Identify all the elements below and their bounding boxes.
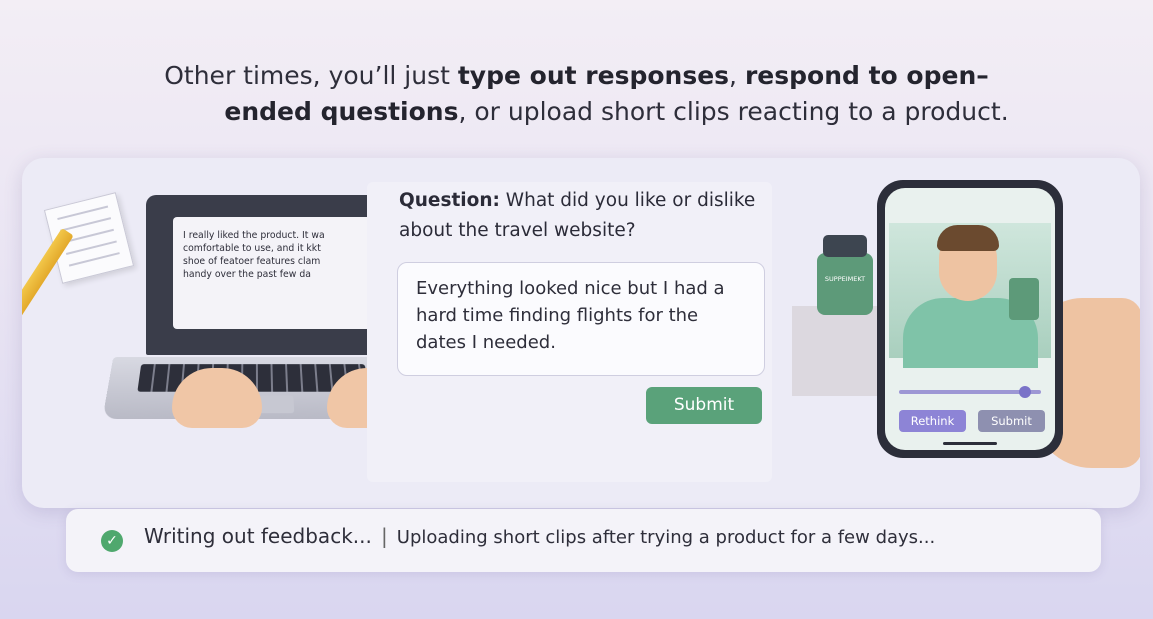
product-jar-icon — [1009, 278, 1039, 320]
laptop-screen: I really liked the product. It wa comfor… — [146, 195, 386, 355]
illustration-card: I really liked the product. It wa comfor… — [22, 158, 1140, 508]
phone-frame: Rethink Submit — [877, 180, 1063, 458]
headline-bold-1: type out responses — [457, 61, 730, 90]
submit-button[interactable]: Submit — [646, 387, 762, 424]
check-icon: ✓ — [101, 530, 123, 552]
phone-submit-button[interactable]: Submit — [978, 410, 1045, 432]
rethink-button[interactable]: Rethink — [899, 410, 966, 432]
question-label: Question: — [399, 190, 500, 211]
answer-textarea[interactable]: Everything looked nice but I had a hard … — [397, 262, 765, 376]
laptop-line: I really liked the product. It wa — [183, 230, 325, 241]
person-hair — [937, 225, 999, 251]
headline: Other times, you’ll just type out respon… — [0, 58, 1153, 130]
shelf-illustration — [792, 306, 887, 396]
scrubber-handle[interactable] — [1019, 386, 1031, 398]
headline-bold-2: respond to open– — [744, 61, 989, 90]
video-scrubber[interactable] — [899, 386, 1041, 398]
status-item-uploading: Uploading short clips after trying a pro… — [396, 527, 936, 548]
home-indicator — [943, 442, 997, 445]
status-text: Writing out feedback... | Uploading shor… — [144, 524, 935, 548]
supplement-jar-icon: SUPPEIMEKT — [817, 235, 873, 315]
laptop-line: comfortable to use, and it kkt — [183, 243, 321, 254]
video-preview[interactable] — [889, 223, 1051, 368]
headline-text-1: Other times, you’ll just — [164, 61, 458, 90]
headline-text-3: , or upload short clips reacting to a pr… — [458, 97, 1009, 126]
status-separator: | — [380, 524, 388, 548]
phone-screen: Rethink Submit — [885, 188, 1055, 450]
laptop-line: shoe of featoer features clam — [183, 256, 321, 267]
headline-text-2: , — [729, 61, 745, 90]
laptop-line: handy over the past few da — [183, 269, 311, 280]
status-bar: ✓ Writing out feedback... | Uploading sh… — [66, 509, 1101, 572]
question-panel: Question: What did you like or dislike a… — [367, 182, 772, 482]
question-title: Question: What did you like or dislike a… — [399, 186, 769, 246]
laptop-document: I really liked the product. It wa comfor… — [173, 217, 378, 329]
status-item-writing: Writing out feedback... — [144, 524, 372, 548]
jar-label: SUPPEIMEKT — [824, 275, 866, 283]
headline-bold-3: ended questions — [224, 97, 459, 126]
